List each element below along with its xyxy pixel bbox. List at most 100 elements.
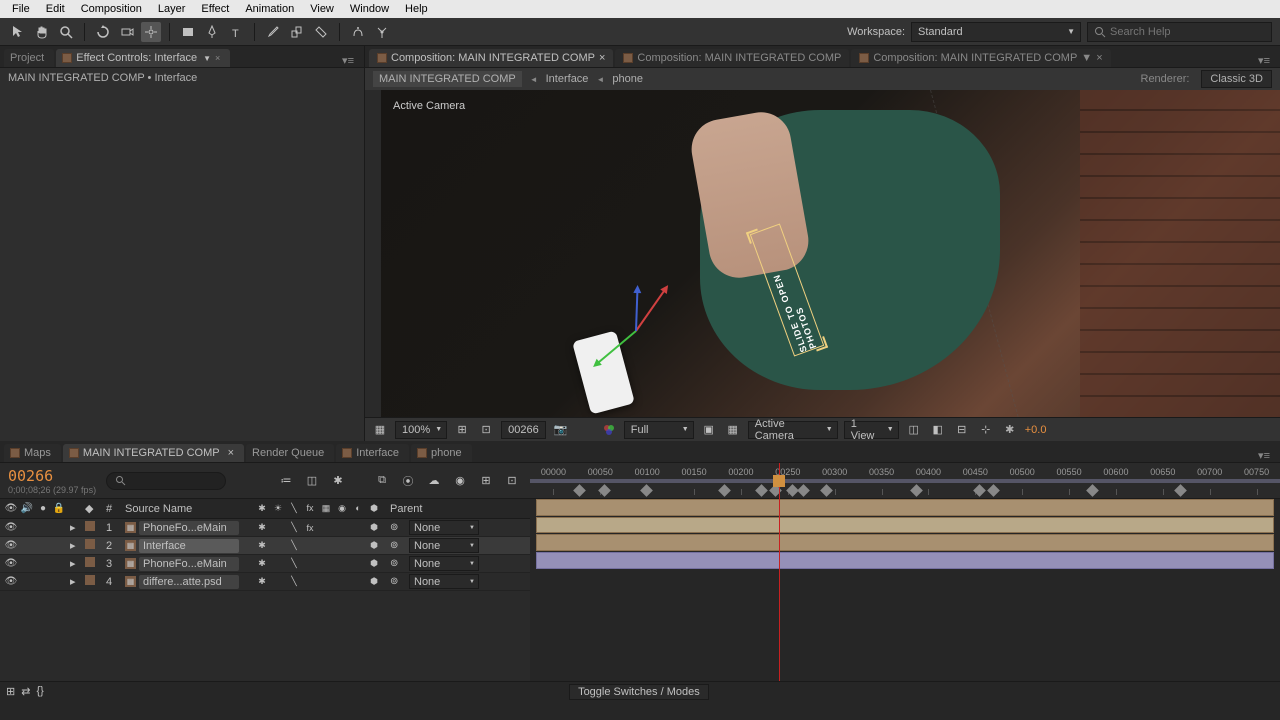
- fx-switch-icon[interactable]: [303, 557, 317, 571]
- time-mark[interactable]: 00350: [858, 467, 905, 477]
- pen-tool-icon[interactable]: [202, 22, 222, 42]
- collapse-switch-icon[interactable]: [271, 539, 285, 553]
- keyframe-marker-icon[interactable]: [1086, 484, 1099, 497]
- time-mark[interactable]: 00150: [671, 467, 718, 477]
- graph-editor-2-icon[interactable]: ⊡: [502, 471, 522, 491]
- menu-composition[interactable]: Composition: [73, 3, 150, 15]
- visibility-toggle-icon[interactable]: 👁: [4, 576, 18, 587]
- quality-switch-icon[interactable]: ╲: [287, 575, 301, 589]
- view-layout-select[interactable]: 1 View: [844, 421, 899, 439]
- layer-row[interactable]: 👁 ▸ 2 ▦ Interface ✱ ╲ ⬢ ⊚ None: [0, 537, 530, 555]
- keyframe-marker-icon[interactable]: [755, 484, 768, 497]
- visibility-toggle-icon[interactable]: 👁: [4, 540, 18, 551]
- time-mark[interactable]: 00400: [905, 467, 952, 477]
- menu-layer[interactable]: Layer: [150, 3, 194, 15]
- breadcrumb-main[interactable]: MAIN INTEGRATED COMP: [373, 71, 522, 87]
- time-mark[interactable]: 00600: [1093, 467, 1140, 477]
- close-tab-icon[interactable]: ×: [215, 53, 220, 63]
- current-timecode[interactable]: 00266: [8, 467, 96, 485]
- time-mark[interactable]: 00450: [952, 467, 999, 477]
- exposure-reset-icon[interactable]: ✱: [1001, 421, 1019, 439]
- keyframe-marker-icon[interactable]: [573, 484, 586, 497]
- keyframe-marker-icon[interactable]: [973, 484, 986, 497]
- channel-rgb-icon[interactable]: [600, 421, 618, 439]
- layer-bar-3[interactable]: [536, 534, 1274, 551]
- keyframe-marker-icon[interactable]: [820, 484, 833, 497]
- visibility-toggle-icon[interactable]: 👁: [4, 522, 18, 533]
- puppet-tool-icon[interactable]: [372, 22, 392, 42]
- current-frame-display[interactable]: 00266: [501, 421, 546, 439]
- time-mark[interactable]: 00050: [577, 467, 624, 477]
- comp-tab-2[interactable]: Composition: MAIN INTEGRATED COMP: [615, 49, 849, 67]
- pixel-aspect-icon[interactable]: ◫: [905, 421, 923, 439]
- twirl-icon[interactable]: ▸: [70, 521, 85, 534]
- lock-header-icon[interactable]: 🔒: [52, 503, 66, 514]
- comp-mini-flowchart-icon[interactable]: ≔: [276, 471, 296, 491]
- label-header-icon[interactable]: ◆: [85, 502, 97, 515]
- parent-dropdown[interactable]: None: [409, 520, 479, 535]
- twirl-icon[interactable]: ▸: [70, 557, 85, 570]
- layer-name[interactable]: Interface: [139, 539, 239, 553]
- menu-animation[interactable]: Animation: [237, 3, 302, 15]
- shy-switch-icon[interactable]: ✱: [255, 575, 269, 589]
- comp-tab-3[interactable]: Composition: MAIN INTEGRATED COMP▼×: [851, 49, 1110, 67]
- renderer-select[interactable]: Classic 3D: [1201, 70, 1272, 88]
- motion-blur-header-icon[interactable]: ◉: [335, 503, 349, 514]
- layer-search-box[interactable]: [106, 472, 226, 490]
- parent-dropdown[interactable]: None: [409, 538, 479, 553]
- time-ruler[interactable]: 0000000050001000015000200002500030000350…: [530, 463, 1280, 499]
- comp-tab-1[interactable]: Composition: MAIN INTEGRATED COMP×: [369, 49, 613, 67]
- tab-dropdown-icon[interactable]: ▼: [203, 54, 211, 63]
- keyframe-marker-icon[interactable]: [718, 484, 731, 497]
- menu-file[interactable]: File: [4, 3, 38, 15]
- transparency-grid-icon[interactable]: ▦: [724, 421, 742, 439]
- 3d-switch-icon[interactable]: ⬢: [367, 539, 381, 553]
- auto-keyframe-icon[interactable]: ◉: [450, 471, 470, 491]
- pickwhip-icon[interactable]: ⊚: [390, 576, 402, 588]
- collapse-switch-icon[interactable]: [271, 557, 285, 571]
- time-mark[interactable]: 00550: [1046, 467, 1093, 477]
- layer-name[interactable]: differe...atte.psd: [139, 575, 239, 589]
- clone-tool-icon[interactable]: [287, 22, 307, 42]
- menu-window[interactable]: Window: [342, 3, 397, 15]
- layer-controls-icon[interactable]: {}: [36, 685, 43, 698]
- twirl-icon[interactable]: ▸: [70, 539, 85, 552]
- menu-edit[interactable]: Edit: [38, 3, 73, 15]
- layer-name[interactable]: PhoneFo...eMain: [139, 557, 239, 571]
- source-name-header[interactable]: Source Name: [121, 503, 251, 515]
- always-preview-icon[interactable]: ▦: [371, 421, 389, 439]
- layer-name[interactable]: PhoneFo...eMain: [139, 521, 239, 535]
- number-header[interactable]: #: [97, 503, 121, 515]
- layer-bar-4[interactable]: [536, 552, 1274, 569]
- adjustment-header-icon[interactable]: ◐: [351, 503, 365, 514]
- fx-switch-icon[interactable]: fx: [303, 521, 317, 535]
- toggle-switches-modes-button[interactable]: Toggle Switches / Modes: [569, 684, 709, 700]
- rectangle-tool-icon[interactable]: [178, 22, 198, 42]
- brainstorm-icon[interactable]: ☁: [424, 471, 444, 491]
- layer-row[interactable]: 👁 ▸ 4 ▦ differe...atte.psd ✱ ╲ ⬢ ⊚ None: [0, 573, 530, 591]
- time-mark[interactable]: 00650: [1139, 467, 1186, 477]
- flowchart-icon[interactable]: ⊹: [977, 421, 995, 439]
- 3d-header-icon[interactable]: ⬢: [367, 503, 381, 514]
- time-mark[interactable]: 00500: [999, 467, 1046, 477]
- breadcrumb-interface[interactable]: Interface: [546, 73, 589, 85]
- selection-tool-icon[interactable]: [8, 22, 28, 42]
- effect-controls-tab[interactable]: Effect Controls: Interface ▼ ×: [56, 49, 230, 67]
- brush-tool-icon[interactable]: [263, 22, 283, 42]
- anchor-point-tool-icon[interactable]: [141, 22, 161, 42]
- frame-blend-icon[interactable]: ⧉: [372, 471, 392, 491]
- menu-help[interactable]: Help: [397, 3, 436, 15]
- collapse-header-icon[interactable]: ☀: [271, 503, 285, 514]
- shy-header-icon[interactable]: ✱: [255, 503, 269, 514]
- roto-tool-icon[interactable]: [348, 22, 368, 42]
- fx-switch-icon[interactable]: [303, 575, 317, 589]
- keyframe-marker-icon[interactable]: [1174, 484, 1187, 497]
- timeline-options-icon[interactable]: ▾≡: [1252, 449, 1276, 462]
- pickwhip-icon[interactable]: ⊚: [390, 540, 402, 552]
- shy-switch-icon[interactable]: ✱: [255, 557, 269, 571]
- draft-3d-icon[interactable]: ◫: [302, 471, 322, 491]
- breadcrumb-phone[interactable]: phone: [612, 73, 643, 85]
- layer-color-label[interactable]: [85, 539, 95, 549]
- collapse-switch-icon[interactable]: [271, 521, 285, 535]
- guides-toggle-icon[interactable]: ⊡: [477, 421, 495, 439]
